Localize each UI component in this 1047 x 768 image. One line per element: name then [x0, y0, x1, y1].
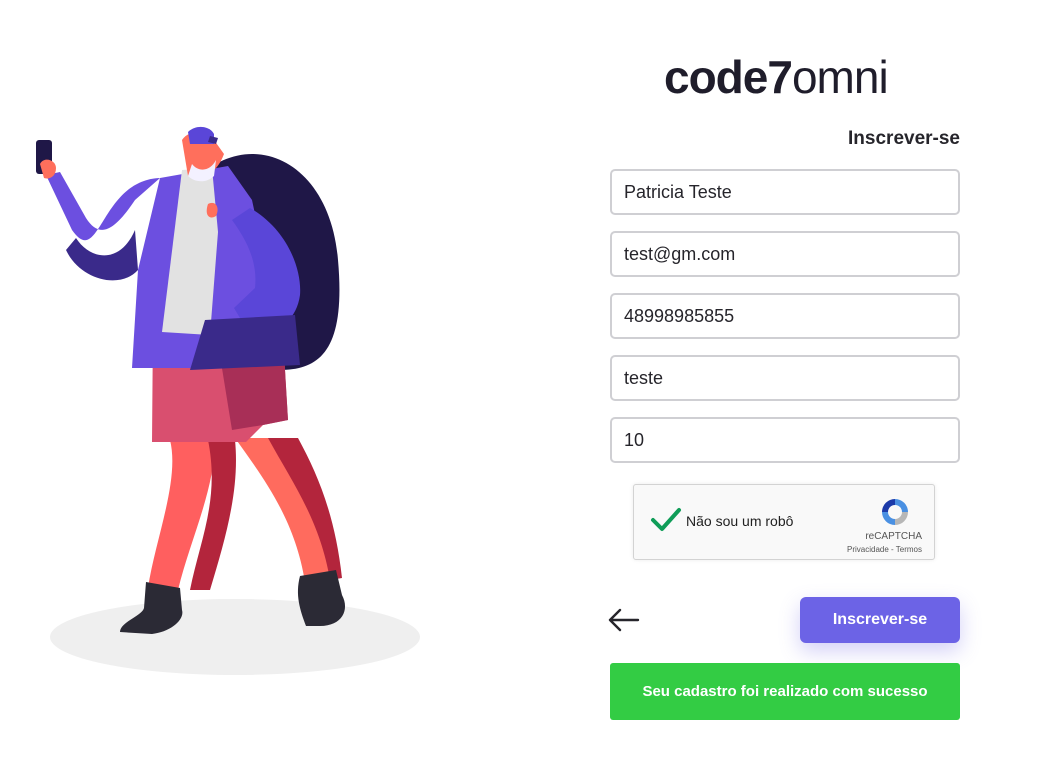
- hero-illustration: [20, 120, 420, 690]
- recaptcha-logo-icon: [882, 499, 908, 525]
- recaptcha-checkmark-icon[interactable]: [650, 507, 682, 533]
- email-input[interactable]: [610, 231, 960, 277]
- recaptcha-separator: -: [888, 545, 896, 554]
- recaptcha-terms-link[interactable]: Termos: [896, 545, 922, 554]
- brand-logo: code7omni: [664, 50, 908, 105]
- traveler-illustration: [36, 126, 420, 675]
- company-input[interactable]: [610, 355, 960, 401]
- logo-text-bold: code7: [664, 51, 793, 103]
- form-title: Inscrever-se: [848, 128, 960, 149]
- employees-input[interactable]: [610, 417, 960, 463]
- recaptcha-privacy-link[interactable]: Privacidade: [847, 545, 889, 554]
- recaptcha-label: Não sou um robô: [686, 513, 794, 529]
- phone-input[interactable]: [610, 293, 960, 339]
- arrow-left-icon[interactable]: [606, 606, 640, 634]
- recaptcha-links: Privacidade - Termos: [847, 545, 922, 554]
- name-input[interactable]: [610, 169, 960, 215]
- recaptcha-brand: reCAPTCHA: [865, 531, 922, 542]
- recaptcha-widget: Não sou um robô reCAPTCHA Privacidade - …: [633, 484, 935, 560]
- success-message: Seu cadastro foi realizado com sucesso: [610, 663, 960, 720]
- logo-text-light: omni: [791, 51, 889, 103]
- submit-button[interactable]: Inscrever-se: [800, 597, 960, 643]
